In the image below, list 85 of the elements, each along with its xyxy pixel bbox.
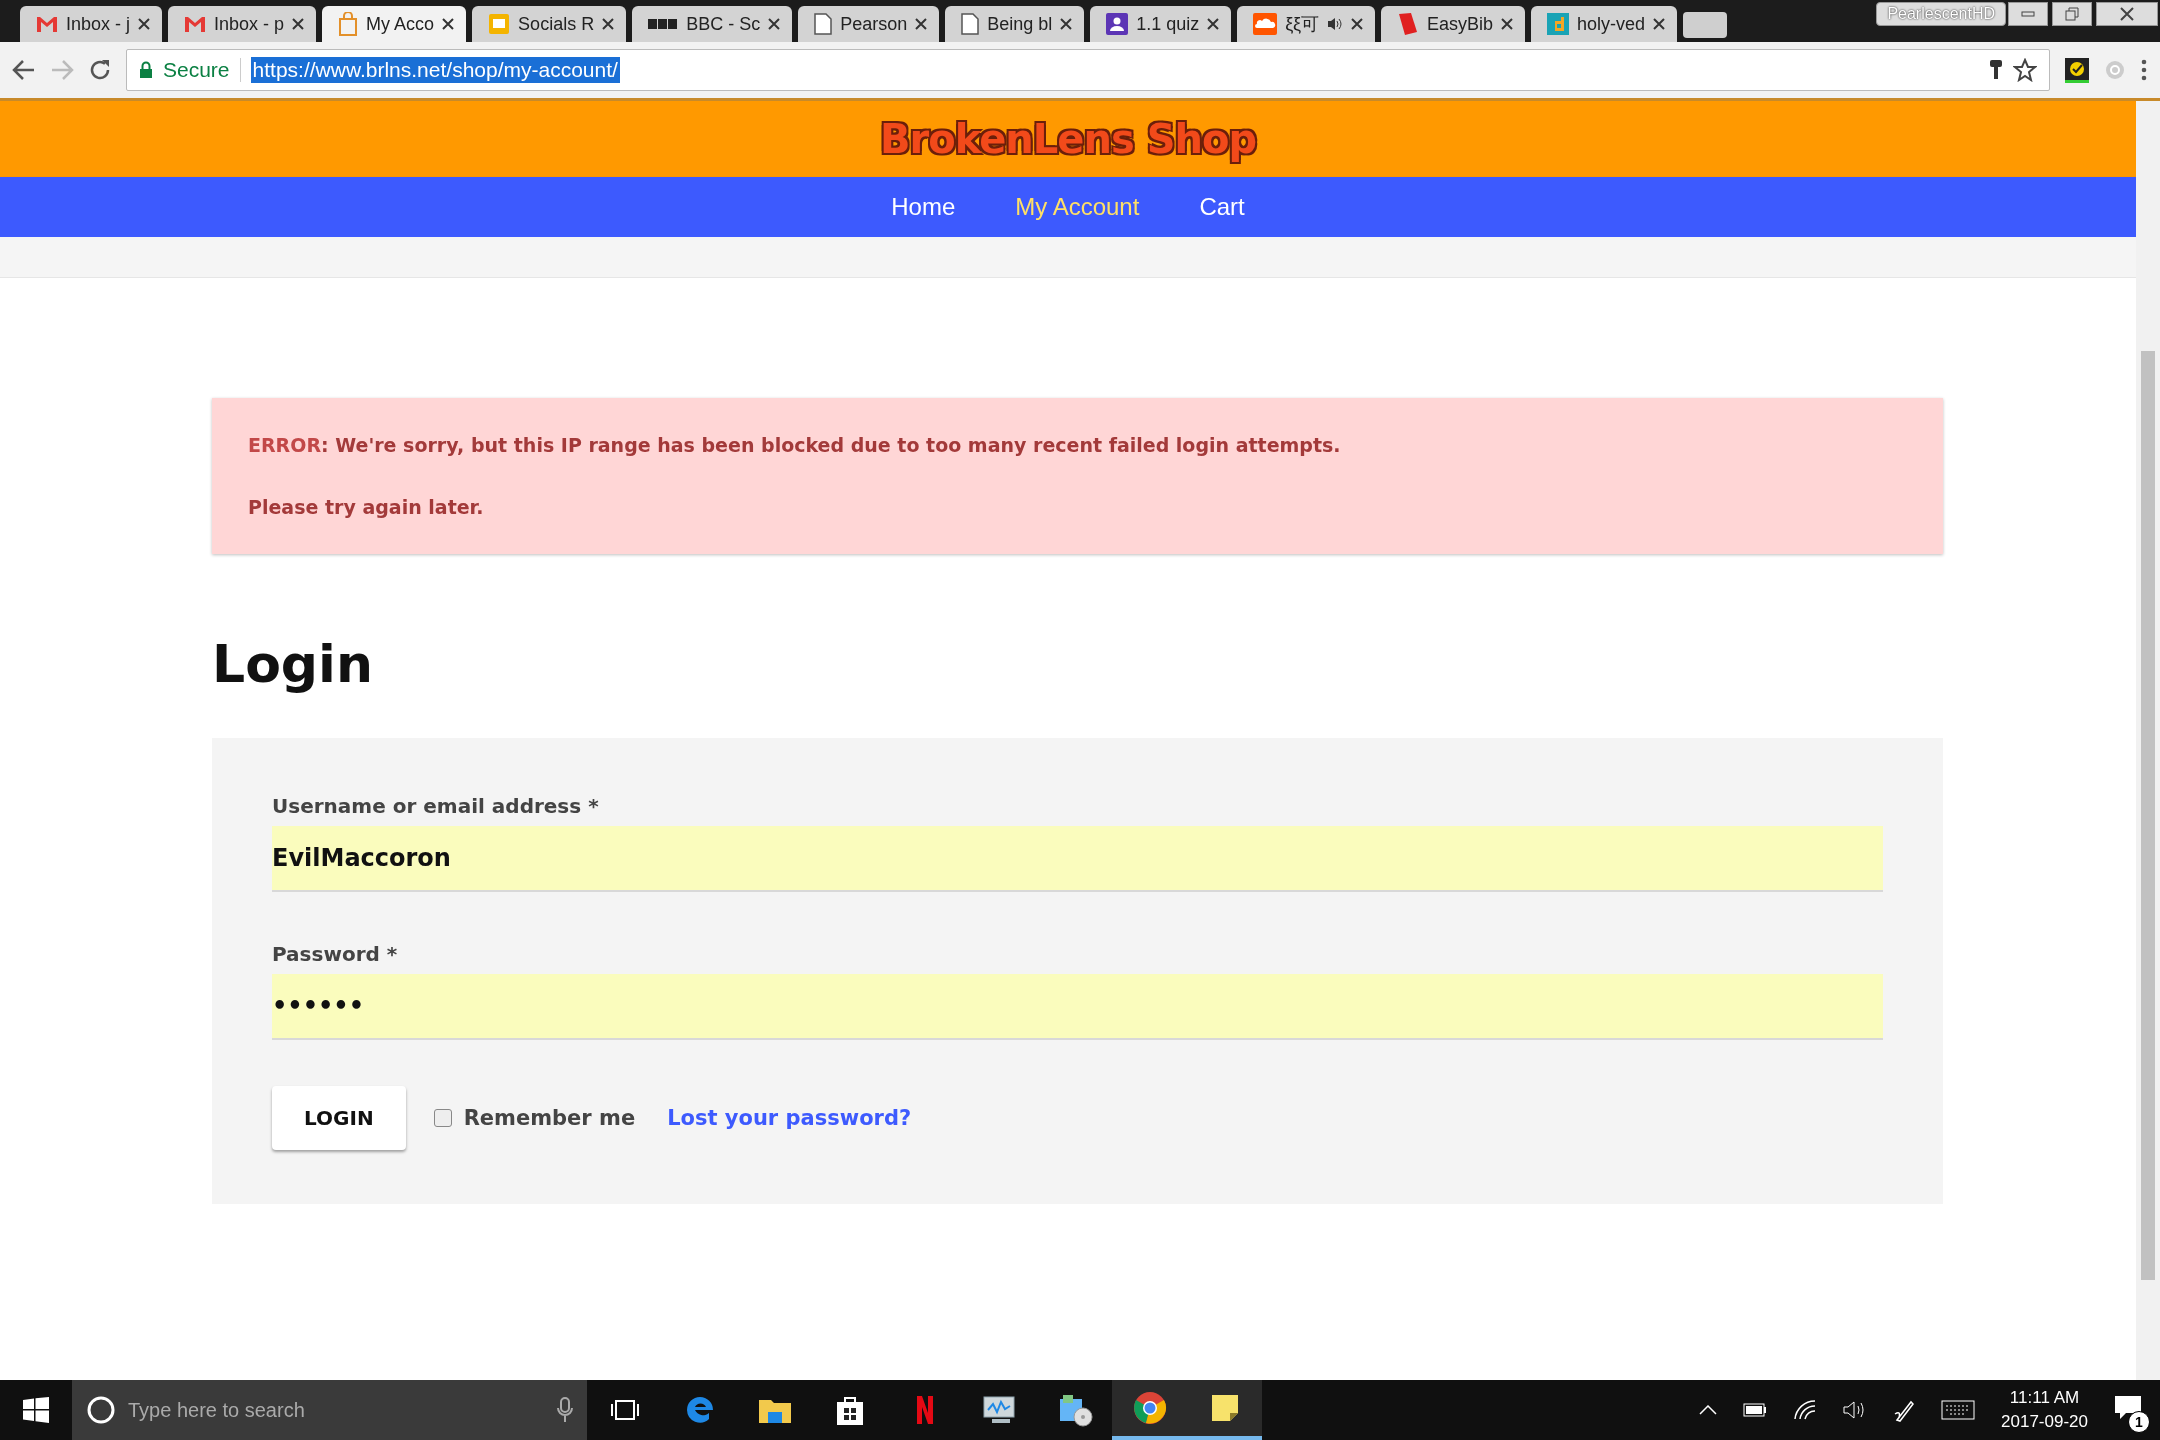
chrome-icon[interactable]	[1132, 1391, 1167, 1425]
browser-tab[interactable]: ξξ可	[1237, 6, 1375, 42]
field-label: Password *	[272, 942, 399, 966]
close-icon[interactable]	[1653, 18, 1666, 30]
page-icon	[814, 13, 833, 35]
profile-button[interactable]: PearlescentHD	[1876, 2, 2006, 26]
speaker-icon[interactable]	[1326, 17, 1343, 31]
new-tab-button[interactable]	[1683, 12, 1728, 38]
input-field[interactable]: EvilMaccoron	[272, 826, 1883, 892]
error-message: ERROR: We're sorry, but this IP range has been blocked due to too many recent failed login attempts.	[248, 434, 1342, 456]
slides-icon	[488, 13, 511, 35]
pen-icon[interactable]	[1893, 1398, 1916, 1422]
close-icon[interactable]	[602, 18, 615, 30]
reload-icon[interactable]	[88, 58, 112, 82]
remember-label: Remember me	[463, 1106, 636, 1130]
cloud-icon	[1253, 13, 1278, 35]
minimize-icon	[2021, 11, 2035, 17]
battery-icon[interactable]	[1743, 1403, 1768, 1417]
remember-checkbox[interactable]	[433, 1109, 452, 1127]
chevron-up-icon[interactable]	[1699, 1405, 1718, 1415]
taskbar-app[interactable]	[1187, 1380, 1262, 1440]
person-icon	[1106, 13, 1129, 35]
netflix-icon[interactable]	[914, 1395, 935, 1425]
mail-icon	[36, 15, 58, 33]
clock-date[interactable]: 2017-09-20	[2001, 1412, 2088, 1432]
browser-tab[interactable]: holy-ved	[1531, 6, 1678, 42]
task-view-icon[interactable]	[609, 1398, 640, 1422]
close-icon[interactable]	[768, 18, 781, 30]
browser-tab[interactable]: BBC - Sc	[632, 6, 793, 42]
scrollbar[interactable]	[2136, 101, 2160, 1380]
close-icon[interactable]	[915, 18, 928, 30]
nav-link[interactable]: My Account	[1015, 193, 1140, 221]
back-icon[interactable]	[12, 59, 36, 81]
close-icon[interactable]	[138, 18, 151, 30]
close-icon[interactable]	[1060, 18, 1073, 30]
key-icon[interactable]	[1989, 59, 2003, 81]
circle-icon	[86, 1395, 116, 1425]
browser-tab[interactable]: 1.1 quiz	[1090, 6, 1232, 42]
browser-tab[interactable]: My Acco	[322, 6, 467, 42]
taskbar-search-field[interactable]: Type here to search	[72, 1380, 587, 1440]
star-icon[interactable]	[2013, 58, 2037, 82]
url-text: https://www.brlns.net/shop/my-account/	[250, 57, 620, 83]
taskbar-app[interactable]	[1112, 1380, 1187, 1440]
field-label: Username or email address *	[272, 794, 600, 818]
secure-label: Secure	[163, 58, 241, 82]
wifi-icon[interactable]	[1793, 1399, 1818, 1421]
close-icon[interactable]	[292, 18, 305, 30]
input-field[interactable]: ••••••	[272, 974, 1883, 1040]
clock-time[interactable]: 11:11 AM	[2009, 1388, 2080, 1408]
login-heading: Login	[212, 634, 374, 694]
browser-tab[interactable]: Inbox - p	[168, 6, 317, 42]
bag-icon	[338, 12, 359, 36]
close-icon[interactable]	[442, 18, 455, 30]
book-icon	[1396, 12, 1419, 36]
windows-icon[interactable]	[23, 1397, 49, 1423]
address-bar[interactable]: Secure https://www.brlns.net/shop/my-account/	[126, 49, 2050, 91]
microphone-icon[interactable]	[557, 1397, 573, 1423]
close-icon	[2120, 7, 2134, 21]
nav-link[interactable]: Home	[891, 193, 956, 221]
browser-tab[interactable]: Being bl	[945, 6, 1085, 42]
page-icon	[961, 13, 980, 35]
menu-icon[interactable]	[2140, 59, 2148, 81]
nav-link[interactable]: Cart	[1199, 193, 1245, 221]
letter-d-icon	[1547, 13, 1569, 35]
close-icon[interactable]	[1501, 18, 1513, 30]
browser-tab[interactable]: Inbox - j	[20, 6, 163, 42]
monitor-icon[interactable]	[981, 1394, 1018, 1426]
restore-icon	[2065, 7, 2079, 21]
checkmark-icon[interactable]	[2064, 57, 2090, 83]
lost-password-link[interactable]: Lost your password?	[667, 1106, 912, 1130]
close-button[interactable]	[2096, 2, 2158, 26]
sticky-note-icon[interactable]	[1209, 1393, 1240, 1423]
keyboard-icon[interactable]	[1941, 1400, 1976, 1420]
close-icon[interactable]	[1350, 18, 1363, 30]
blocks-icon	[648, 18, 679, 30]
mail-icon	[184, 15, 207, 33]
notification-count: 1	[2128, 1411, 2150, 1433]
login-button[interactable]: LOGIN	[272, 1086, 406, 1150]
close-icon[interactable]	[1207, 18, 1220, 30]
browser-tab[interactable]: Pearson	[798, 6, 940, 42]
browser-tab[interactable]: Socials R	[472, 6, 627, 42]
store-icon[interactable]	[834, 1394, 865, 1426]
error-message: Please try again later.	[248, 496, 485, 518]
browser-tab[interactable]: EasyBib	[1380, 6, 1525, 42]
lock-icon	[139, 61, 153, 79]
